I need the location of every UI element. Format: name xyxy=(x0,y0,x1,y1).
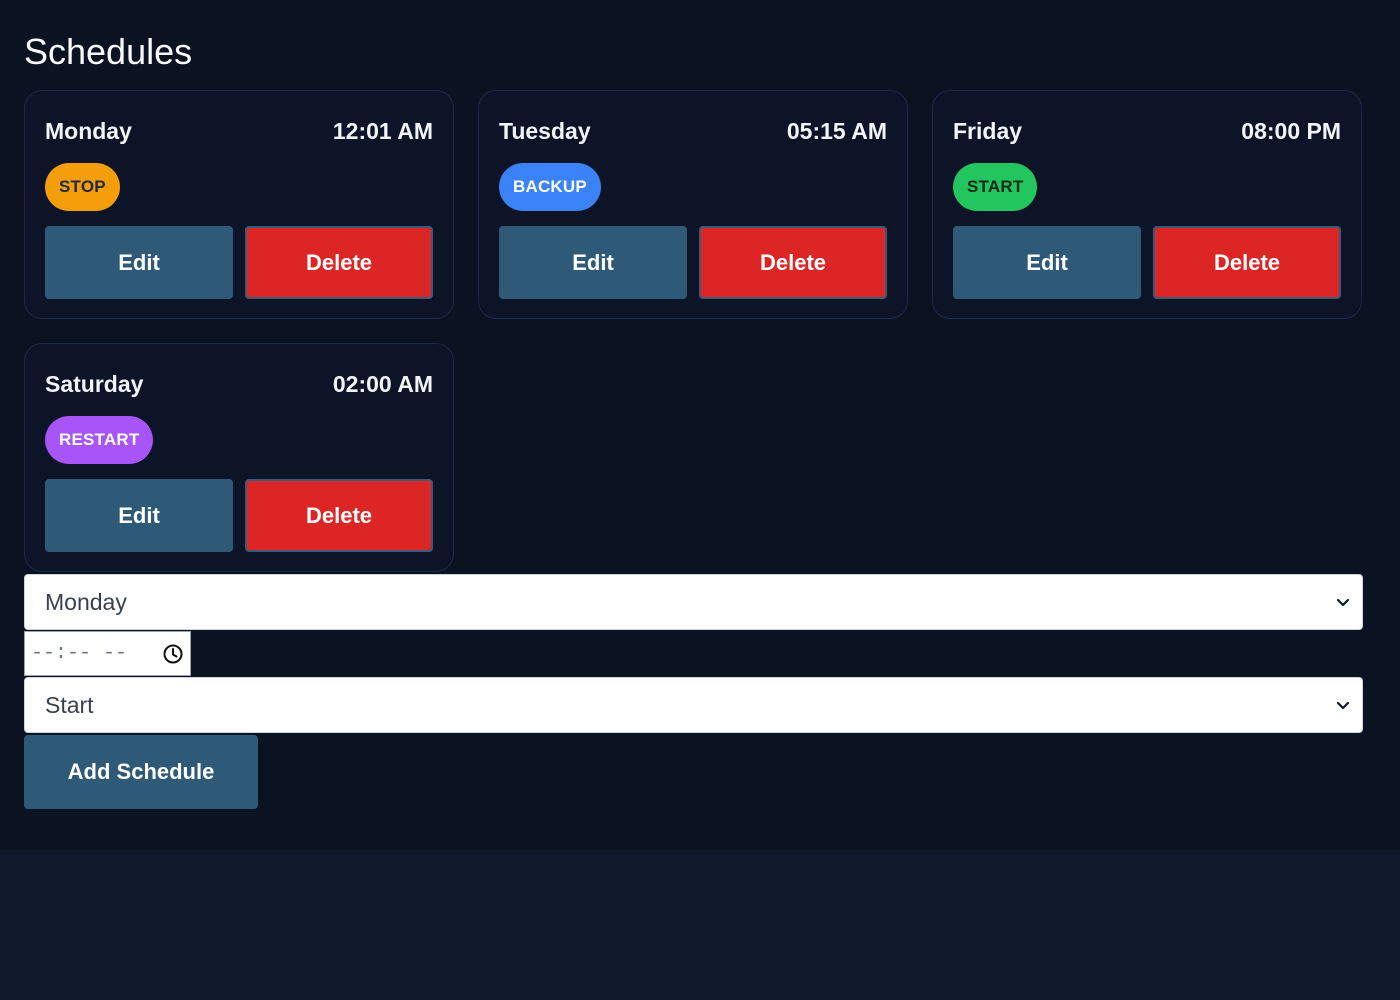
edit-button[interactable]: Edit xyxy=(45,226,233,299)
schedule-time: 05:15 AM xyxy=(786,117,887,144)
edit-button[interactable]: Edit xyxy=(499,226,687,299)
edit-button[interactable]: Edit xyxy=(953,226,1141,299)
day-select-value: Monday xyxy=(45,588,127,615)
schedule-day: Tuesday xyxy=(499,117,591,144)
add-schedule-button[interactable]: Add Schedule xyxy=(24,735,258,809)
delete-button[interactable]: Delete xyxy=(699,226,887,299)
delete-button[interactable]: Delete xyxy=(1153,226,1341,299)
action-select[interactable]: Start xyxy=(24,677,1363,733)
edit-button[interactable]: Edit xyxy=(45,479,233,552)
action-badge: RESTART xyxy=(45,416,154,464)
schedule-card-actions: Edit Delete xyxy=(45,479,433,552)
clock-icon[interactable] xyxy=(162,643,184,665)
schedule-time: 12:01 AM xyxy=(332,117,433,144)
schedule-card-header: Saturday 02:00 AM xyxy=(45,366,433,402)
page-title: Schedules xyxy=(24,31,193,72)
schedule-card-actions: Edit Delete xyxy=(45,226,433,299)
schedule-card-header: Friday 08:00 PM xyxy=(953,113,1341,149)
schedule-list: Monday 12:01 AM STOP Edit Delete Tuesday… xyxy=(24,90,1364,572)
action-badge: START xyxy=(953,163,1038,211)
day-select[interactable]: Monday xyxy=(24,574,1363,630)
chevron-down-icon xyxy=(1336,598,1350,607)
schedule-card-header: Monday 12:01 AM xyxy=(45,113,433,149)
schedule-card-header: Tuesday 05:15 AM xyxy=(499,113,887,149)
schedule-day: Saturday xyxy=(45,370,144,397)
schedule-card-actions: Edit Delete xyxy=(953,226,1341,299)
schedule-time: 08:00 PM xyxy=(1241,117,1341,144)
time-input-placeholder: --:-- -- xyxy=(31,642,128,665)
schedule-time: 02:00 AM xyxy=(332,370,433,397)
time-input[interactable]: --:-- -- xyxy=(24,631,191,676)
schedule-card: Saturday 02:00 AM RESTART Edit Delete xyxy=(24,343,454,572)
schedule-card-actions: Edit Delete xyxy=(499,226,887,299)
delete-button[interactable]: Delete xyxy=(245,226,433,299)
schedule-card: Friday 08:00 PM START Edit Delete xyxy=(932,90,1362,319)
action-badge: STOP xyxy=(45,163,120,211)
action-badge: BACKUP xyxy=(499,163,601,211)
schedule-day: Friday xyxy=(953,117,1023,144)
action-select-value: Start xyxy=(45,691,94,718)
add-schedule-form: Monday --:-- -- Start Add Schedule xyxy=(24,574,1363,809)
delete-button[interactable]: Delete xyxy=(245,479,433,552)
chevron-down-icon xyxy=(1336,701,1350,710)
app-root: Schedules Monday 12:01 AM STOP Edit Dele… xyxy=(0,0,1400,850)
schedule-card: Monday 12:01 AM STOP Edit Delete xyxy=(24,90,454,319)
schedule-card: Tuesday 05:15 AM BACKUP Edit Delete xyxy=(478,90,908,319)
schedule-day: Monday xyxy=(45,117,132,144)
